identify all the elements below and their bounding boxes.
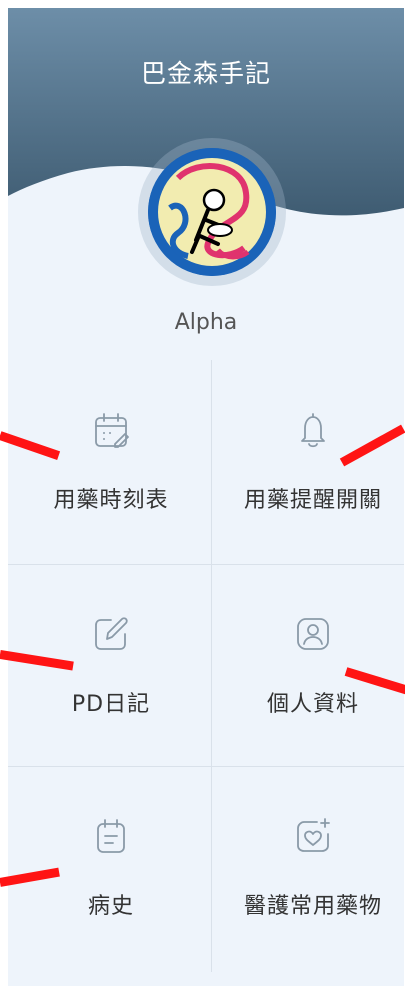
grid-divider-vertical (211, 360, 212, 972)
avatar[interactable] (148, 148, 276, 276)
app-title: 巴金森手記 (140, 59, 271, 88)
bell-icon (301, 413, 325, 448)
menu-medication-schedule[interactable]: 用藥時刻表 (12, 364, 210, 564)
calendar-list-icon (97, 819, 125, 853)
menu-pd-diary[interactable]: PD日記 (12, 568, 210, 768)
user-profile-icon (297, 618, 329, 650)
menu-common-medications[interactable]: 醫護常用藥物 (214, 770, 404, 970)
menu-label: 個人資料 (266, 692, 359, 717)
menu-medication-reminder[interactable]: 用藥提醒開關 (214, 364, 404, 564)
menu-label: PD日記 (71, 692, 151, 717)
menu-label: 病史 (87, 894, 134, 919)
avatar-image (148, 148, 276, 276)
menu-label: 醫護常用藥物 (243, 894, 382, 919)
calendar-edit-icon (95, 413, 129, 448)
user-name: Alpha (174, 310, 238, 335)
menu-personal-info[interactable]: 個人資料 (214, 568, 404, 768)
menu-label: 用藥提醒開關 (243, 488, 382, 513)
edit-note-icon (95, 617, 128, 650)
heart-add-icon (297, 818, 330, 852)
main-screen: 巴金森手記 Alpha 用藥時刻表 用藥提醒開關 PD日記 個人資料 病史 醫護… (8, 8, 404, 986)
menu-label: 用藥時刻表 (53, 488, 169, 513)
grid-divider-horizontal (8, 564, 404, 565)
